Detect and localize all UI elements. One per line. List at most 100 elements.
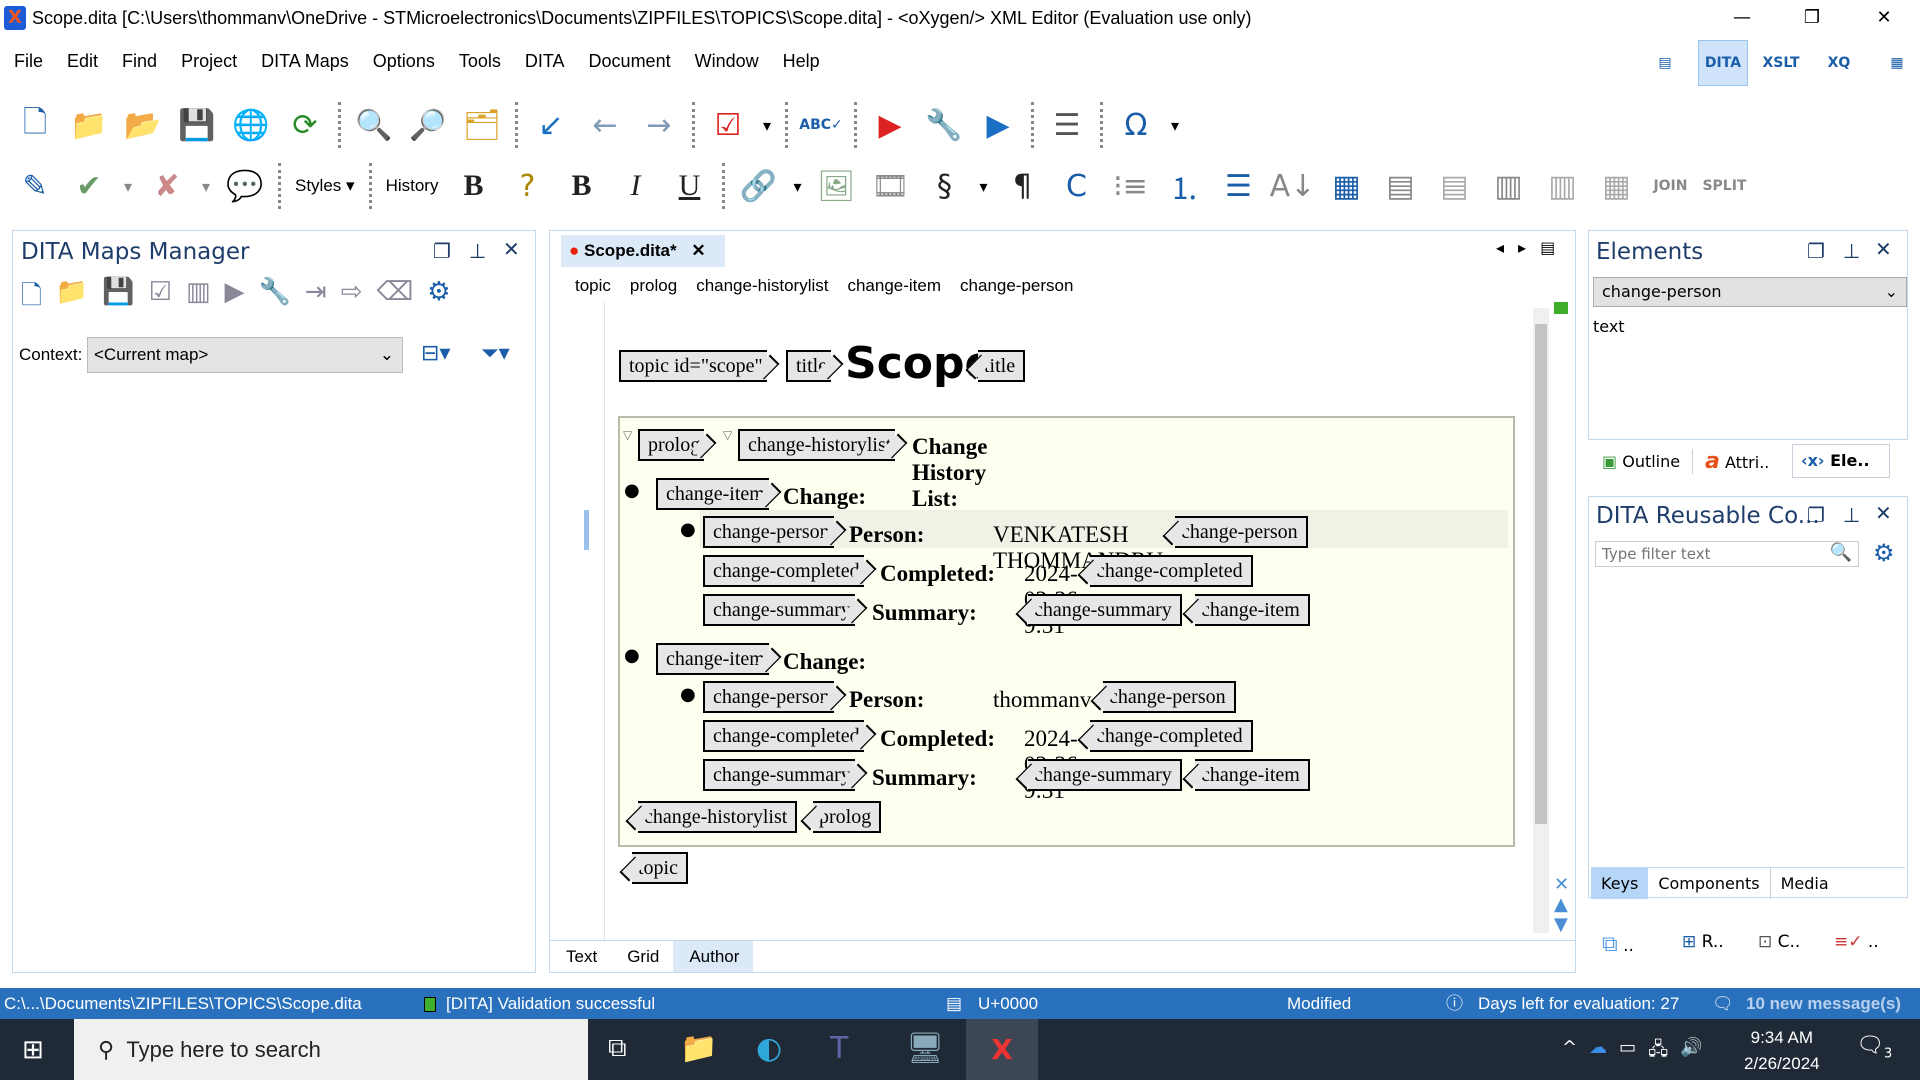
underline-icon[interactable]: U [666,163,712,209]
change-summary-start-tag[interactable]: change-summary [703,759,855,791]
tab-content-completion[interactable]: ⊡ C.. [1748,932,1824,957]
close-window-button[interactable]: ✕ [1856,0,1912,36]
teams-icon[interactable]: T [830,1031,848,1066]
insert-conref-icon[interactable]: C [1053,163,1099,209]
tab-media[interactable]: Media [1769,868,1839,899]
evaluation-days[interactable]: Days left for evaluation: 27 [1478,988,1679,1020]
tree-options-icon[interactable]: ⊟▾ [421,341,450,366]
menu-tools[interactable]: Tools [445,46,511,78]
back-icon[interactable]: ← [582,102,628,148]
tab-attributes[interactable]: a Attri.. [1692,448,1792,474]
breadcrumb-change-item[interactable]: change-item [847,276,941,296]
last-edit-icon[interactable]: ↙ [528,102,574,148]
history-button[interactable]: History [378,176,447,196]
tab-components[interactable]: Components [1648,868,1769,899]
dropdown-arrow-icon[interactable]: ▾ [198,163,214,209]
remove-icon[interactable]: ⌫ [377,277,414,321]
dropdown-arrow-icon[interactable]: ▾ [1167,102,1183,148]
new-file-icon[interactable]: 🗋 [12,102,58,148]
tab-author[interactable]: Author [673,941,754,972]
pin-panel-icon[interactable]: ⊥ [1843,239,1860,263]
float-panel-icon[interactable]: ❐ [1807,503,1825,527]
format-indent-icon[interactable]: ☰ [1044,102,1090,148]
pin-panel-icon[interactable]: ⊥ [469,239,486,263]
menu-dita-maps[interactable]: DITA Maps [247,46,359,78]
remote-desktop-icon[interactable]: 🖥 [906,1031,944,1066]
reload-icon[interactable]: ⟳ [282,102,328,148]
open-folder-icon[interactable]: 📁 [66,102,112,148]
xslt-debugger-icon[interactable]: XSLT [1756,40,1806,86]
link-icon[interactable]: 🔗 [735,163,781,209]
historylist-end-tag[interactable]: change-historylist [638,801,798,833]
insert-special-char-icon[interactable]: Ω [1113,102,1159,148]
spell-check-icon[interactable]: ABC✓ [798,102,844,148]
new-map-icon[interactable]: 🗋 [21,277,42,321]
step-list-icon[interactable]: ⁝≡ [1107,163,1153,209]
element-list-item[interactable]: text [1593,317,1625,336]
section-icon[interactable]: § [921,163,967,209]
change-completed-start-tag[interactable]: change-completed [703,720,864,752]
file-explorer-icon[interactable]: 📁 [680,1031,717,1066]
bold-icon[interactable]: B [450,163,496,209]
configure-transform-icon[interactable]: 🔧 [259,277,291,321]
change-summary-end-tag[interactable]: change-summary [1028,594,1182,626]
filter-input[interactable]: 🔍 [1595,541,1859,567]
paragraph-icon[interactable]: ¶ [999,163,1045,209]
insert-reference-icon[interactable]: ⇥ [305,277,327,321]
element-context-select[interactable]: change-person ⌄ [1593,277,1907,307]
insert-column-icon[interactable]: ▥ [1485,163,1531,209]
bold-icon[interactable]: B [558,163,604,209]
pin-panel-icon[interactable]: ⊥ [1843,503,1860,527]
edit-attributes-icon[interactable]: ✎ [12,163,58,209]
styles-button[interactable]: Styles ▾ [287,176,363,196]
insert-row-icon[interactable]: ▤ [1377,163,1423,209]
search-icon[interactable]: 🔍 [1830,542,1852,563]
prolog-end-tag[interactable]: prolog [813,801,882,833]
close-panel-icon[interactable]: ✕ [503,237,520,261]
change-summary-end-tag[interactable]: change-summary [1028,759,1182,791]
dita-perspective-icon[interactable]: DITA [1698,40,1748,86]
change-person-start-tag[interactable]: change-person [703,681,834,713]
prolog-start-tag[interactable]: prolog [638,429,705,461]
accept-change-icon[interactable]: ✔ [66,163,112,209]
menu-options[interactable]: Options [359,46,445,78]
validate-map-icon[interactable]: ☑ [149,277,172,321]
tab-key-definitions[interactable]: ⧉ .. [1596,932,1672,957]
minimize-button[interactable]: — [1714,0,1770,36]
change-person-end-tag[interactable]: change-person [1175,516,1308,548]
insert-image-icon[interactable]: 🖼 [813,163,859,209]
change-person-start-tag[interactable]: change-person [703,516,834,548]
menu-help[interactable]: Help [769,46,830,78]
change-item-start-tag[interactable]: change-item [656,643,769,675]
restore-button[interactable]: ❐ [1784,0,1840,36]
menu-document[interactable]: Document [575,46,681,78]
apply-transformation-icon[interactable]: ▶ [867,102,913,148]
menu-edit[interactable]: Edit [53,46,108,78]
notifications-icon[interactable]: 🗨3 [1856,1033,1892,1061]
windows-start-icon[interactable]: ⊞ [22,1035,44,1065]
menu-project[interactable]: Project [167,46,247,78]
clock[interactable]: 9:34 AM 2/26/2024 [1744,1025,1820,1077]
taskbar-search[interactable]: ⚲ Type here to search [74,1019,588,1080]
menu-dita[interactable]: DITA [511,46,575,78]
reject-change-icon[interactable]: ✘ [144,163,190,209]
onedrive-icon[interactable]: ☁ [1589,1037,1607,1067]
settings-gear-icon[interactable]: ⚙ [427,277,450,321]
map-report-icon[interactable]: ▥ [186,277,211,321]
database-perspective-icon[interactable]: ▦ [1872,40,1920,86]
join-cells-icon[interactable]: JOIN [1647,163,1693,209]
transform-map-icon[interactable]: ▶ [225,277,245,321]
dropdown-arrow-icon[interactable]: ▾ [759,102,775,148]
topic-start-tag[interactable]: topic id="scope" [619,350,767,382]
context-select[interactable]: <Current map> ⌄ [87,337,403,373]
table-properties-icon[interactable]: ▦ [1593,163,1639,209]
show-hidden-icons[interactable]: ^ [1562,1037,1577,1067]
delete-row-icon[interactable]: ▤ [1431,163,1477,209]
change-item-end-tag[interactable]: change-item [1195,594,1310,626]
open-map-icon[interactable]: 📁 [56,277,88,321]
ordered-list-icon[interactable]: ⒈ [1161,163,1207,209]
forward-icon[interactable]: → [636,102,682,148]
change-completed-start-tag[interactable]: change-completed [703,555,864,587]
historylist-start-tag[interactable]: change-historylist [738,429,896,461]
volume-icon[interactable]: 🔊 [1680,1037,1702,1067]
